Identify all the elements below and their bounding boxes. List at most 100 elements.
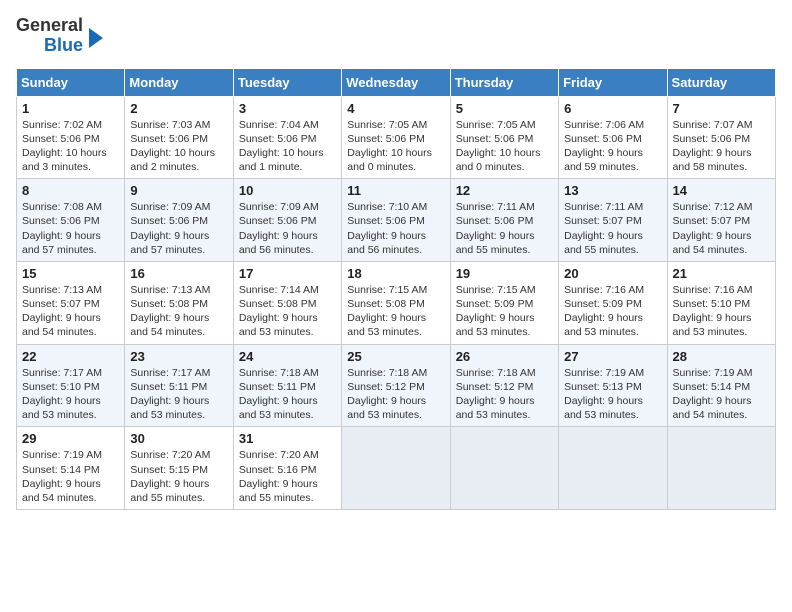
day-info: Sunrise: 7:05 AM Sunset: 5:06 PM Dayligh… <box>347 118 444 175</box>
day-number: 17 <box>239 266 336 281</box>
calendar-cell: 12 Sunrise: 7:11 AM Sunset: 5:06 PM Dayl… <box>450 179 558 262</box>
day-number: 7 <box>673 101 770 116</box>
day-info: Sunrise: 7:14 AM Sunset: 5:08 PM Dayligh… <box>239 283 336 340</box>
calendar-cell: 3 Sunrise: 7:04 AM Sunset: 5:06 PM Dayli… <box>233 96 341 179</box>
calendar-cell <box>450 427 558 510</box>
logo-text: General <box>16 16 83 36</box>
day-info: Sunrise: 7:15 AM Sunset: 5:08 PM Dayligh… <box>347 283 444 340</box>
calendar-cell: 21 Sunrise: 7:16 AM Sunset: 5:10 PM Dayl… <box>667 261 775 344</box>
calendar-week-row: 15 Sunrise: 7:13 AM Sunset: 5:07 PM Dayl… <box>17 261 776 344</box>
calendar-cell: 11 Sunrise: 7:10 AM Sunset: 5:06 PM Dayl… <box>342 179 450 262</box>
calendar-cell: 26 Sunrise: 7:18 AM Sunset: 5:12 PM Dayl… <box>450 344 558 427</box>
calendar-cell <box>342 427 450 510</box>
day-info: Sunrise: 7:09 AM Sunset: 5:06 PM Dayligh… <box>130 200 227 257</box>
calendar-cell: 13 Sunrise: 7:11 AM Sunset: 5:07 PM Dayl… <box>559 179 667 262</box>
day-info: Sunrise: 7:15 AM Sunset: 5:09 PM Dayligh… <box>456 283 553 340</box>
day-info: Sunrise: 7:19 AM Sunset: 5:14 PM Dayligh… <box>673 366 770 423</box>
calendar-cell: 28 Sunrise: 7:19 AM Sunset: 5:14 PM Dayl… <box>667 344 775 427</box>
day-info: Sunrise: 7:02 AM Sunset: 5:06 PM Dayligh… <box>22 118 119 175</box>
logo-arrow-icon <box>89 28 103 48</box>
day-info: Sunrise: 7:17 AM Sunset: 5:11 PM Dayligh… <box>130 366 227 423</box>
day-number: 8 <box>22 183 119 198</box>
day-info: Sunrise: 7:16 AM Sunset: 5:09 PM Dayligh… <box>564 283 661 340</box>
calendar-week-row: 29 Sunrise: 7:19 AM Sunset: 5:14 PM Dayl… <box>17 427 776 510</box>
day-number: 5 <box>456 101 553 116</box>
day-number: 16 <box>130 266 227 281</box>
day-number: 26 <box>456 349 553 364</box>
day-number: 1 <box>22 101 119 116</box>
calendar-cell: 2 Sunrise: 7:03 AM Sunset: 5:06 PM Dayli… <box>125 96 233 179</box>
calendar-cell <box>667 427 775 510</box>
day-info: Sunrise: 7:19 AM Sunset: 5:14 PM Dayligh… <box>22 448 119 505</box>
calendar-cell: 8 Sunrise: 7:08 AM Sunset: 5:06 PM Dayli… <box>17 179 125 262</box>
day-number: 27 <box>564 349 661 364</box>
day-number: 2 <box>130 101 227 116</box>
calendar-cell: 17 Sunrise: 7:14 AM Sunset: 5:08 PM Dayl… <box>233 261 341 344</box>
calendar-table: SundayMondayTuesdayWednesdayThursdayFrid… <box>16 68 776 510</box>
day-number: 14 <box>673 183 770 198</box>
calendar-week-row: 22 Sunrise: 7:17 AM Sunset: 5:10 PM Dayl… <box>17 344 776 427</box>
dow-header: Wednesday <box>342 68 450 96</box>
calendar-week-row: 8 Sunrise: 7:08 AM Sunset: 5:06 PM Dayli… <box>17 179 776 262</box>
day-number: 11 <box>347 183 444 198</box>
calendar-cell: 27 Sunrise: 7:19 AM Sunset: 5:13 PM Dayl… <box>559 344 667 427</box>
day-info: Sunrise: 7:11 AM Sunset: 5:07 PM Dayligh… <box>564 200 661 257</box>
calendar-cell: 29 Sunrise: 7:19 AM Sunset: 5:14 PM Dayl… <box>17 427 125 510</box>
day-info: Sunrise: 7:04 AM Sunset: 5:06 PM Dayligh… <box>239 118 336 175</box>
calendar-cell: 10 Sunrise: 7:09 AM Sunset: 5:06 PM Dayl… <box>233 179 341 262</box>
calendar-body: 1 Sunrise: 7:02 AM Sunset: 5:06 PM Dayli… <box>17 96 776 509</box>
logo-text2: Blue <box>44 36 83 56</box>
calendar-cell: 23 Sunrise: 7:17 AM Sunset: 5:11 PM Dayl… <box>125 344 233 427</box>
day-number: 4 <box>347 101 444 116</box>
calendar-week-row: 1 Sunrise: 7:02 AM Sunset: 5:06 PM Dayli… <box>17 96 776 179</box>
day-info: Sunrise: 7:19 AM Sunset: 5:13 PM Dayligh… <box>564 366 661 423</box>
calendar-cell: 18 Sunrise: 7:15 AM Sunset: 5:08 PM Dayl… <box>342 261 450 344</box>
day-info: Sunrise: 7:20 AM Sunset: 5:15 PM Dayligh… <box>130 448 227 505</box>
calendar-cell: 1 Sunrise: 7:02 AM Sunset: 5:06 PM Dayli… <box>17 96 125 179</box>
day-number: 28 <box>673 349 770 364</box>
day-info: Sunrise: 7:16 AM Sunset: 5:10 PM Dayligh… <box>673 283 770 340</box>
day-number: 29 <box>22 431 119 446</box>
calendar-cell: 19 Sunrise: 7:15 AM Sunset: 5:09 PM Dayl… <box>450 261 558 344</box>
day-info: Sunrise: 7:10 AM Sunset: 5:06 PM Dayligh… <box>347 200 444 257</box>
day-number: 13 <box>564 183 661 198</box>
day-info: Sunrise: 7:03 AM Sunset: 5:06 PM Dayligh… <box>130 118 227 175</box>
day-info: Sunrise: 7:06 AM Sunset: 5:06 PM Dayligh… <box>564 118 661 175</box>
calendar-cell: 7 Sunrise: 7:07 AM Sunset: 5:06 PM Dayli… <box>667 96 775 179</box>
dow-header: Thursday <box>450 68 558 96</box>
day-number: 6 <box>564 101 661 116</box>
day-number: 22 <box>22 349 119 364</box>
calendar-cell: 31 Sunrise: 7:20 AM Sunset: 5:16 PM Dayl… <box>233 427 341 510</box>
calendar-cell: 22 Sunrise: 7:17 AM Sunset: 5:10 PM Dayl… <box>17 344 125 427</box>
day-number: 18 <box>347 266 444 281</box>
day-info: Sunrise: 7:18 AM Sunset: 5:12 PM Dayligh… <box>347 366 444 423</box>
dow-header: Friday <box>559 68 667 96</box>
day-info: Sunrise: 7:05 AM Sunset: 5:06 PM Dayligh… <box>456 118 553 175</box>
calendar-cell: 30 Sunrise: 7:20 AM Sunset: 5:15 PM Dayl… <box>125 427 233 510</box>
calendar-cell: 20 Sunrise: 7:16 AM Sunset: 5:09 PM Dayl… <box>559 261 667 344</box>
dow-header: Monday <box>125 68 233 96</box>
day-number: 20 <box>564 266 661 281</box>
day-info: Sunrise: 7:12 AM Sunset: 5:07 PM Dayligh… <box>673 200 770 257</box>
day-info: Sunrise: 7:13 AM Sunset: 5:08 PM Dayligh… <box>130 283 227 340</box>
day-number: 31 <box>239 431 336 446</box>
day-number: 24 <box>239 349 336 364</box>
day-info: Sunrise: 7:07 AM Sunset: 5:06 PM Dayligh… <box>673 118 770 175</box>
logo: General Blue <box>16 16 103 56</box>
day-number: 12 <box>456 183 553 198</box>
day-number: 23 <box>130 349 227 364</box>
day-number: 10 <box>239 183 336 198</box>
calendar-cell: 25 Sunrise: 7:18 AM Sunset: 5:12 PM Dayl… <box>342 344 450 427</box>
dow-header: Tuesday <box>233 68 341 96</box>
calendar-cell: 6 Sunrise: 7:06 AM Sunset: 5:06 PM Dayli… <box>559 96 667 179</box>
day-number: 9 <box>130 183 227 198</box>
day-number: 21 <box>673 266 770 281</box>
day-info: Sunrise: 7:08 AM Sunset: 5:06 PM Dayligh… <box>22 200 119 257</box>
day-info: Sunrise: 7:20 AM Sunset: 5:16 PM Dayligh… <box>239 448 336 505</box>
day-number: 15 <box>22 266 119 281</box>
calendar-cell: 9 Sunrise: 7:09 AM Sunset: 5:06 PM Dayli… <box>125 179 233 262</box>
day-info: Sunrise: 7:17 AM Sunset: 5:10 PM Dayligh… <box>22 366 119 423</box>
day-info: Sunrise: 7:13 AM Sunset: 5:07 PM Dayligh… <box>22 283 119 340</box>
day-number: 30 <box>130 431 227 446</box>
day-number: 19 <box>456 266 553 281</box>
